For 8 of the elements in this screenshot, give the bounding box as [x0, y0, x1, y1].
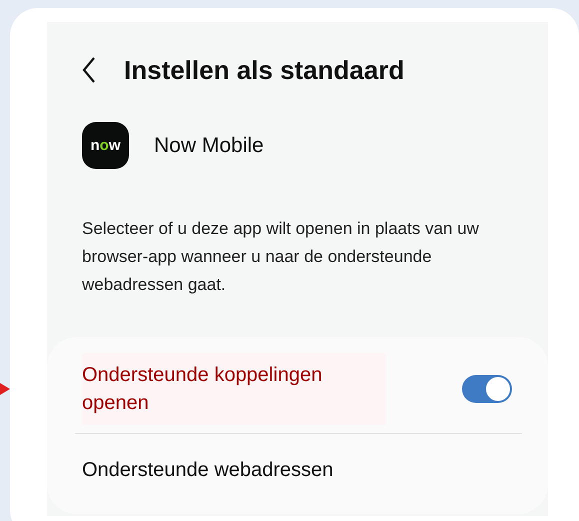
back-icon[interactable] — [82, 57, 96, 83]
app-icon: now — [82, 122, 129, 169]
app-name: Now Mobile — [154, 134, 264, 158]
page-title: Instellen als standaard — [124, 54, 404, 86]
setting-label[interactable]: Ondersteunde koppelingen openen — [82, 353, 386, 425]
setting-label[interactable]: Ondersteunde webadressen — [82, 456, 334, 484]
toggle-switch[interactable] — [462, 375, 512, 403]
description-text: Selecteer of u deze app wilt openen in plaats van uw browser-app wanneer u naar de ondersteunde webadressen gaat. — [82, 218, 480, 296]
